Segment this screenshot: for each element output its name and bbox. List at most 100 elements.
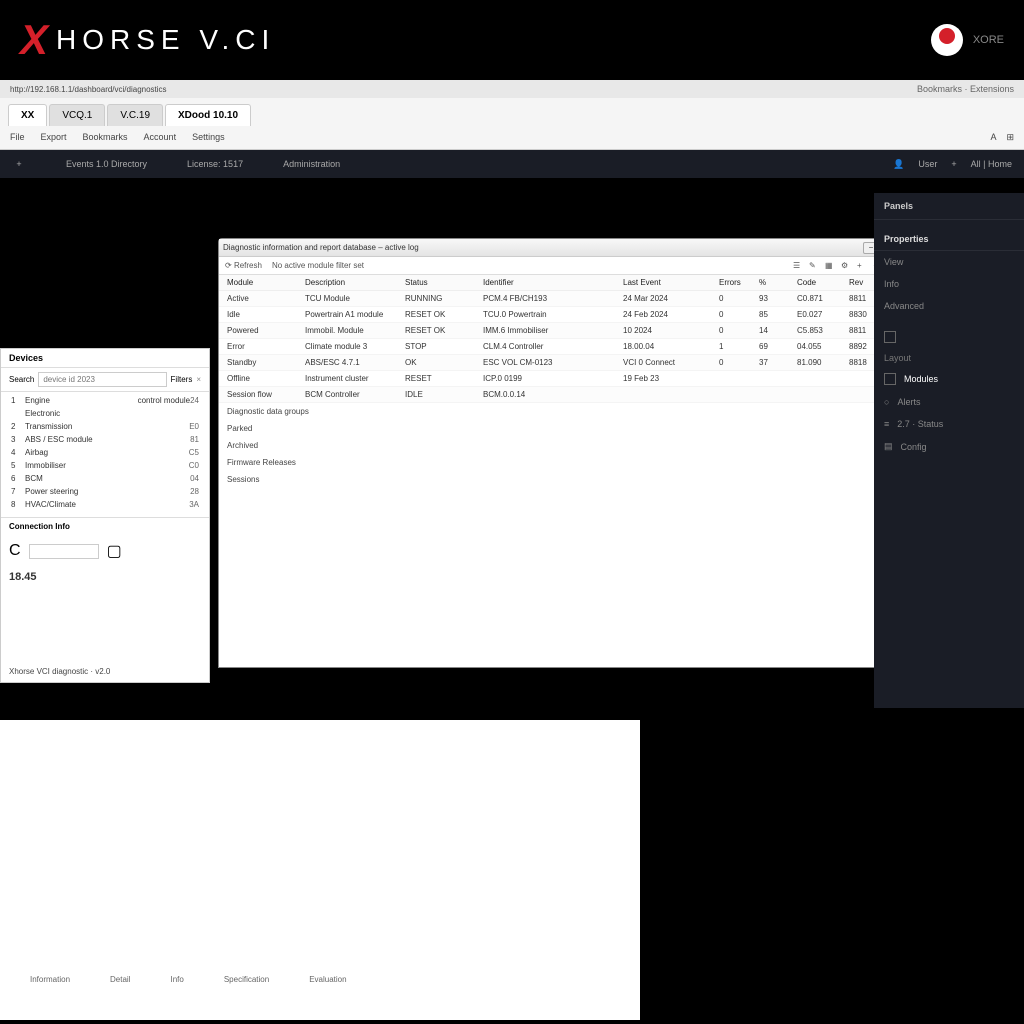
filter-text: No active module filter set: [272, 261, 364, 270]
list-item[interactable]: Electronic: [1, 407, 209, 420]
toolbar-add-button[interactable]: +: [12, 159, 26, 169]
list-item[interactable]: 8HVAC/Climate3A: [1, 498, 209, 511]
brand-name: HORSE V.CI: [56, 24, 275, 56]
menu-bookmarks[interactable]: Bookmarks: [83, 132, 128, 142]
menu-font-icon[interactable]: A: [990, 132, 996, 142]
list-item[interactable]: 7Power steering28: [1, 485, 209, 498]
group-label[interactable]: Firmware Releases: [219, 454, 921, 471]
menu-account[interactable]: Account: [144, 132, 177, 142]
table-row[interactable]: IdlePowertrain A1 moduleRESET OKTCU.0 Po…: [219, 307, 921, 323]
footer-item[interactable]: Detail: [110, 975, 130, 984]
refresh-button[interactable]: ⟳ Refresh: [225, 261, 262, 270]
table-row[interactable]: OfflineInstrument clusterRESETICP.0 0199…: [219, 371, 921, 387]
tab-vc19[interactable]: V.C.19: [107, 104, 163, 126]
list-item[interactable]: 5ImmobiliserC0: [1, 459, 209, 472]
brand-badge-icon: [931, 24, 963, 56]
circle-icon: ○: [884, 397, 889, 407]
menu-export[interactable]: Export: [41, 132, 67, 142]
footer-item[interactable]: Specification: [224, 975, 269, 984]
big-value: 18.45: [1, 567, 209, 587]
input-label: C: [9, 542, 21, 560]
tab-vcq[interactable]: VCQ.1: [49, 104, 105, 126]
table-row[interactable]: ActiveTCU ModuleRUNNINGPCM.4 FB/CH19324 …: [219, 291, 921, 307]
device-list: 1Enginecontrol module24 Electronic 2Tran…: [1, 392, 209, 513]
toolbar-admin[interactable]: Administration: [283, 159, 340, 169]
rp-info[interactable]: Info: [874, 273, 1024, 295]
list-icon[interactable]: ☰: [793, 261, 803, 271]
table-row[interactable]: Session flowBCM ControllerIDLEBCM.0.0.14: [219, 387, 921, 403]
list-item[interactable]: 4AirbagC5: [1, 446, 209, 459]
table-row[interactable]: ErrorClimate module 3STOPCLM.4 Controlle…: [219, 339, 921, 355]
address-row: http://192.168.1.1/dashboard/vci/diagnos…: [0, 80, 1024, 98]
list-item[interactable]: 3ABS / ESC module81: [1, 433, 209, 446]
address-right: Bookmarks · Extensions: [917, 84, 1014, 94]
table-row[interactable]: StandbyABS/ESC 4.7.1OKESC VOL CM-0123VCI…: [219, 355, 921, 371]
table-row[interactable]: PoweredImmobil. ModuleRESET OKIMM.6 Immo…: [219, 323, 921, 339]
toolbar-right-text[interactable]: All | Home: [971, 159, 1012, 169]
window-title: Diagnostic information and report databa…: [223, 243, 419, 252]
left-panel-search: Search Filters ×: [1, 368, 209, 392]
address-text[interactable]: http://192.168.1.1/dashboard/vci/diagnos…: [10, 85, 167, 94]
list-item[interactable]: 1Enginecontrol module24: [1, 394, 209, 407]
window-toolbar: ⟳ Refresh No active module filter set ☰ …: [219, 257, 921, 275]
footer-item[interactable]: Information: [30, 975, 70, 984]
rp-alerts[interactable]: ○Alerts: [874, 391, 1024, 413]
tab-row: XX VCQ.1 V.C.19 XDood 10.10: [0, 98, 1024, 126]
close-icon[interactable]: ×: [196, 375, 201, 384]
list-item[interactable]: 6BCM04: [1, 472, 209, 485]
list-item[interactable]: 2TransmissionE0: [1, 420, 209, 433]
menu-settings[interactable]: Settings: [192, 132, 225, 142]
toolbar-user-label: User: [918, 159, 937, 169]
brand-right: XORE: [931, 24, 1004, 56]
window-titlebar[interactable]: Diagnostic information and report databa…: [219, 239, 921, 257]
right-panel-sub: Properties: [874, 228, 1024, 251]
table-header: Module Description Status Identifier Las…: [219, 275, 921, 291]
menu-grid-icon[interactable]: ⊞: [1006, 132, 1014, 143]
right-panel: Panels Properties View Info Advanced Lay…: [874, 193, 1024, 708]
edit-icon[interactable]: ✎: [809, 261, 819, 271]
rp-status[interactable]: ≡2.7 · Status: [874, 413, 1024, 435]
rp-layout-box[interactable]: [874, 325, 1024, 349]
group-label[interactable]: Sessions: [219, 471, 921, 488]
rp-view[interactable]: View: [874, 251, 1024, 273]
tab-filters[interactable]: Filters: [171, 375, 193, 384]
group-label[interactable]: Parked: [219, 420, 921, 437]
toolbar-user-icon[interactable]: 👤: [893, 159, 904, 170]
grid-icon[interactable]: ▦: [825, 261, 835, 271]
footer-item[interactable]: Evaluation: [309, 975, 346, 984]
menu-file[interactable]: File: [10, 132, 25, 142]
menu-row: File Export Bookmarks Account Settings A…: [0, 126, 1024, 148]
toolbar-plus-right[interactable]: +: [951, 159, 956, 169]
square-icon[interactable]: ▢: [107, 541, 122, 561]
bottom-note: Xhorse VCI diagnostic · v2.0: [1, 587, 209, 682]
search-label: Search: [9, 375, 34, 384]
rp-modules[interactable]: Modules: [874, 367, 1024, 391]
search-input[interactable]: [38, 372, 166, 387]
group-label[interactable]: Diagnostic data groups: [219, 403, 921, 420]
bottom-document: Information Detail Info Specification Ev…: [0, 720, 640, 1020]
workspace: Devices Search Filters × 1Enginecontrol …: [0, 178, 1024, 708]
rp-config[interactable]: ▤Config: [874, 435, 1024, 458]
rp-advanced[interactable]: Advanced: [874, 295, 1024, 317]
data-window: Diagnostic information and report databa…: [218, 238, 922, 668]
group-label[interactable]: Archived: [219, 437, 921, 454]
footer-item[interactable]: Info: [170, 975, 183, 984]
tab-xdood[interactable]: XDood 10.10: [165, 104, 251, 126]
toolbar-license[interactable]: License: 1517: [187, 159, 243, 169]
dark-toolbar: + Events 1.0 Directory License: 1517 Adm…: [0, 150, 1024, 178]
square-icon: [884, 331, 896, 343]
left-panel: Devices Search Filters × 1Enginecontrol …: [0, 348, 210, 683]
data-table: Module Description Status Identifier Las…: [219, 275, 921, 488]
brand-bar: X HORSE V.CI XORE: [0, 0, 1024, 80]
tab-xx[interactable]: XX: [8, 104, 47, 126]
rp-layout-label: Layout: [874, 349, 1024, 367]
settings-icon[interactable]: ⚙: [841, 261, 851, 271]
connection-input[interactable]: [29, 544, 99, 559]
right-panel-header: Panels: [874, 193, 1024, 220]
toolbar-events[interactable]: Events 1.0 Directory: [66, 159, 147, 169]
grid-icon: [884, 373, 896, 385]
brand-left: X HORSE V.CI: [20, 16, 275, 64]
left-panel-header: Devices: [1, 349, 209, 368]
brand-sub-label: XORE: [973, 34, 1004, 46]
plus-icon[interactable]: +: [857, 261, 867, 271]
